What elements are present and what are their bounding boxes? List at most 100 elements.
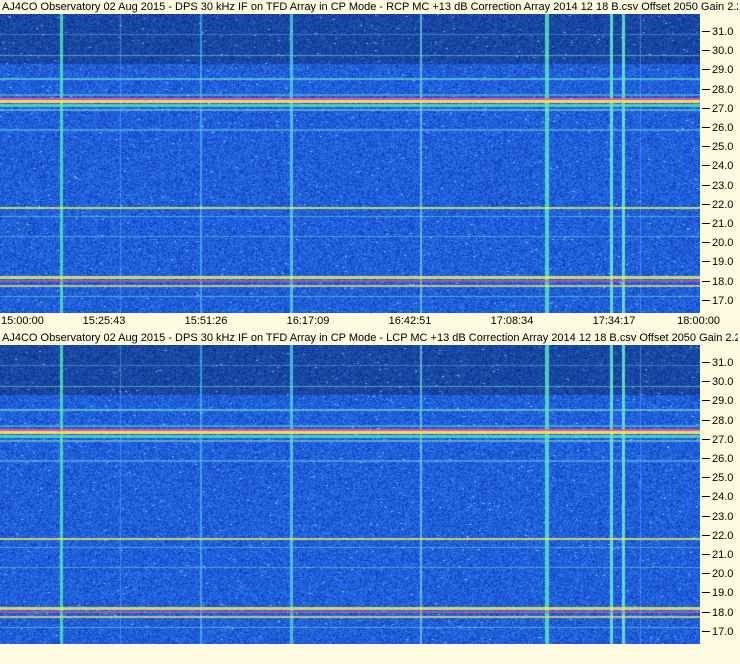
frequency-tick: 28.0 [700, 415, 740, 427]
frequency-tick: 17.0 [700, 295, 740, 307]
tick-mark [702, 69, 710, 71]
frequency-tick: 30.0 [700, 376, 740, 388]
frequency-tick: 24.0 [700, 160, 740, 172]
time-tick-label: 15:51:26 [184, 315, 228, 327]
tick-label: 23.0 [712, 510, 734, 523]
frequency-tick: 17.0 [700, 626, 740, 638]
tick-mark [702, 630, 710, 632]
tick-mark [702, 515, 710, 517]
frequency-tick: 22.0 [700, 199, 740, 211]
tick-label: 19.0 [712, 256, 734, 269]
frequency-tick: 25.0 [700, 141, 740, 153]
frequency-tick: 31.0 [700, 26, 740, 38]
frequency-tick: 24.0 [700, 491, 740, 503]
tick-mark [702, 165, 710, 167]
frequency-tick: 29.0 [700, 395, 740, 407]
tick-mark [702, 419, 710, 421]
tick-mark [702, 381, 710, 383]
tick-mark [702, 400, 710, 402]
tick-mark [702, 261, 710, 263]
tick-mark [702, 299, 710, 301]
time-tick-label: 15:00:00 [1, 315, 44, 327]
frequency-tick: 29.0 [700, 64, 740, 76]
tick-mark [702, 611, 710, 613]
time-tick-label: 18:00:00 [677, 315, 720, 327]
frequency-tick: 18.0 [700, 276, 740, 288]
frequency-tick: 31.0 [700, 357, 740, 369]
lcp-panel: AJ4CO Observatory 02 Aug 2015 - DPS 30 k… [0, 331, 740, 644]
tick-label: 18.0 [712, 606, 734, 619]
tick-mark [702, 50, 710, 52]
tick-label: 29.0 [712, 395, 734, 408]
bottom-status-strip [0, 644, 740, 664]
frequency-tick: 19.0 [700, 256, 740, 268]
tick-label: 30.0 [712, 376, 734, 389]
tick-label: 17.0 [712, 625, 734, 638]
time-tick-label: 16:17:09 [286, 315, 330, 327]
tick-label: 28.0 [712, 83, 734, 96]
tick-label: 26.0 [712, 122, 734, 134]
tick-label: 22.0 [712, 198, 734, 211]
tick-mark [702, 242, 710, 244]
tick-label: 20.0 [712, 568, 734, 581]
tick-mark [702, 88, 710, 90]
frequency-tick: 27.0 [700, 434, 740, 446]
tick-label: 17.0 [712, 294, 734, 307]
tick-mark [702, 280, 710, 282]
tick-label: 29.0 [712, 64, 734, 77]
tick-mark [702, 31, 710, 32]
rcp-spectrogram-canvas [0, 14, 700, 313]
rcp-frequency-axis: 31.0 30.0 29.0 28.0 27.0 26.0 25.0 24.0 23.0 22.0… [700, 14, 740, 313]
lcp-spectrogram[interactable] [0, 345, 700, 644]
tick-mark [702, 534, 710, 536]
tick-mark [702, 458, 710, 459]
tick-label: 27.0 [712, 433, 734, 446]
tick-label: 28.0 [712, 414, 734, 427]
rcp-spectrogram[interactable] [0, 14, 700, 313]
lcp-frequency-axis: 31.0 30.0 29.0 28.0 27.0 26.0 25.0 24.0 23.0 22.0… [700, 345, 740, 644]
frequency-tick: 27.0 [700, 103, 740, 115]
frequency-tick: 20.0 [700, 568, 740, 580]
tick-label: 19.0 [712, 587, 734, 600]
time-tick-label: 16:42:51 [388, 315, 432, 327]
tick-mark [702, 573, 710, 575]
tick-label: 20.0 [712, 237, 734, 250]
tick-label: 24.0 [712, 160, 734, 173]
tick-label: 30.0 [712, 45, 734, 58]
tick-label: 25.0 [712, 141, 734, 154]
tick-label: 22.0 [712, 529, 734, 542]
lcp-spectrogram-canvas [0, 345, 700, 644]
frequency-tick: 23.0 [700, 180, 740, 192]
frequency-tick: 21.0 [700, 218, 740, 230]
time-tick-label: 17:34:17 [592, 315, 636, 327]
tick-label: 31.0 [712, 357, 734, 369]
tick-label: 21.0 [712, 549, 734, 561]
tick-mark [702, 477, 710, 479]
tick-label: 18.0 [712, 275, 734, 288]
rcp-panel: AJ4CO Observatory 02 Aug 2015 - DPS 30 k… [0, 0, 740, 313]
frequency-tick: 23.0 [700, 511, 740, 523]
lcp-panel-title: AJ4CO Observatory 02 Aug 2015 - DPS 30 k… [2, 331, 738, 345]
frequency-tick: 26.0 [700, 122, 740, 134]
tick-mark [702, 107, 710, 109]
tick-label: 31.0 [712, 26, 734, 38]
frequency-tick: 22.0 [700, 530, 740, 542]
frequency-tick: 21.0 [700, 549, 740, 561]
rcp-panel-title: AJ4CO Observatory 02 Aug 2015 - DPS 30 k… [2, 0, 738, 14]
tick-label: 25.0 [712, 472, 734, 485]
frequency-tick: 30.0 [700, 45, 740, 57]
frequency-tick: 20.0 [700, 237, 740, 249]
frequency-tick: 25.0 [700, 472, 740, 484]
tick-label: 21.0 [712, 218, 734, 230]
tick-label: 23.0 [712, 179, 734, 192]
tick-mark [702, 554, 710, 555]
tick-mark [702, 496, 710, 498]
time-tick-label: 15:25:43 [82, 315, 126, 327]
tick-label: 24.0 [712, 491, 734, 504]
tick-mark [702, 203, 710, 205]
tick-mark [702, 223, 710, 224]
tick-mark [702, 438, 710, 440]
tick-mark [702, 127, 710, 128]
time-axis: 15:00:00 15:25:43 15:51:26 16:17:09 16:42:51… [0, 313, 740, 329]
tick-mark [702, 592, 710, 594]
